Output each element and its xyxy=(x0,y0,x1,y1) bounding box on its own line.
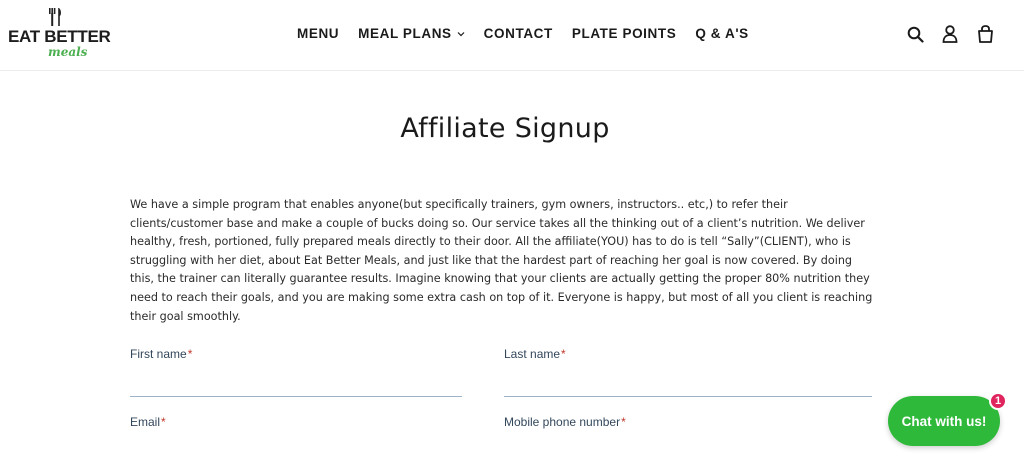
last-name-label: Last name* xyxy=(504,347,566,361)
intro-paragraph: We have a simple program that enables an… xyxy=(130,198,873,323)
search-icon[interactable] xyxy=(906,24,924,44)
nav-label: Q & A'S xyxy=(695,26,749,41)
site-header: EAT BETTER meals MENU MEAL PLANS CONTACT… xyxy=(0,0,1024,71)
nav-item-meal-plans[interactable]: MEAL PLANS xyxy=(358,26,465,41)
nav-label: PLATE POINTS xyxy=(571,26,677,41)
phone-input[interactable] xyxy=(504,439,872,464)
email-field: Email* xyxy=(130,415,462,464)
last-name-input[interactable] xyxy=(504,371,872,397)
phone-label: Mobile phone number* xyxy=(504,415,626,429)
page-title: Affiliate Signup xyxy=(400,113,610,144)
nav-item-plate-points[interactable]: PLATE POINTS xyxy=(572,26,676,41)
brand-name: EAT BETTER xyxy=(8,27,111,46)
first-name-field: First name* xyxy=(130,347,462,397)
chat-label: Chat with us! xyxy=(901,413,987,429)
nav-item-qa[interactable]: Q & A'S xyxy=(695,26,748,41)
nav-label: MENU xyxy=(297,26,340,41)
required-mark: * xyxy=(187,347,193,361)
email-label: Email* xyxy=(130,415,166,429)
brand-tagline: meals xyxy=(48,45,88,59)
main-nav: MENU MEAL PLANS CONTACT PLATE POINTS Q &… xyxy=(297,26,768,41)
chat-unread-badge: 1 xyxy=(989,392,1007,410)
account-icon[interactable] xyxy=(941,24,959,44)
first-name-label: First name* xyxy=(130,347,193,361)
chevron-down-icon xyxy=(457,31,465,36)
fork-knife-icon xyxy=(49,8,61,26)
nav-item-menu[interactable]: MENU xyxy=(297,26,339,41)
email-input[interactable] xyxy=(130,439,462,464)
header-actions xyxy=(906,24,994,44)
chat-button[interactable]: Chat with us! xyxy=(888,396,1000,446)
required-mark: * xyxy=(621,415,626,429)
phone-field: Mobile phone number* xyxy=(504,415,872,464)
brand-logo[interactable]: EAT BETTER meals xyxy=(8,8,111,60)
nav-label: MEAL PLANS xyxy=(358,26,452,41)
last-name-field: Last name* xyxy=(504,347,872,397)
required-mark: * xyxy=(161,415,166,429)
required-mark: * xyxy=(561,347,566,361)
cart-icon[interactable] xyxy=(976,24,994,44)
first-name-input[interactable] xyxy=(130,371,462,397)
nav-label: CONTACT xyxy=(483,26,553,41)
nav-item-contact[interactable]: CONTACT xyxy=(484,26,553,41)
